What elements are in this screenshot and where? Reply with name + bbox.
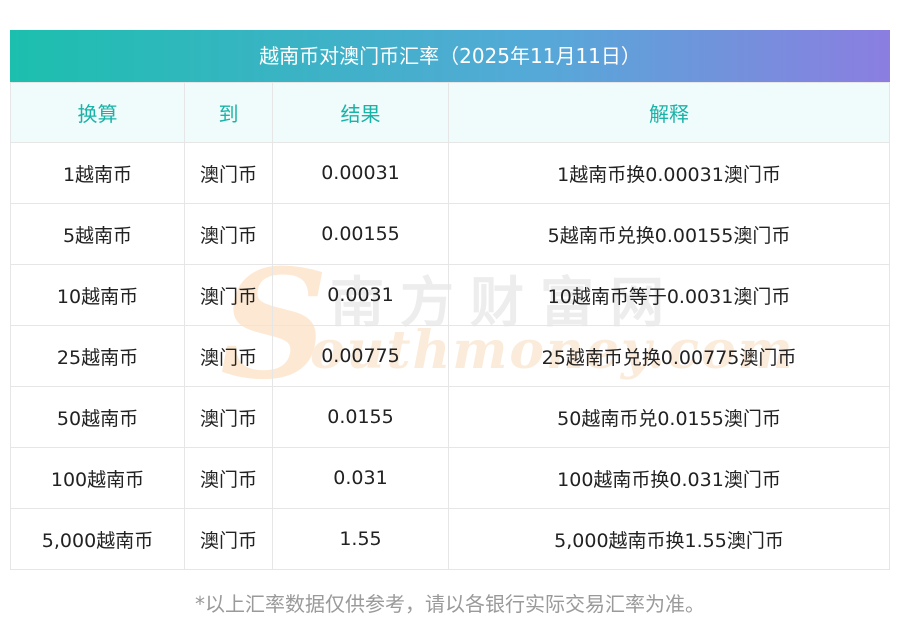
cell-result: 0.031 [272,447,449,509]
exchange-rate-table: 换算 到 结果 解释 1越南币 澳门币 0.00031 1越南币换0.00031… [10,82,890,570]
cell-result: 0.00775 [272,325,449,387]
cell-explanation: 5越南币兑换0.00155澳门币 [448,203,890,265]
cell-explanation: 5,000越南币换1.55澳门币 [448,508,890,570]
header-convert: 换算 [10,82,185,143]
cell-result: 1.55 [272,508,449,570]
cell-result: 0.0031 [272,264,449,326]
table-row: 50越南币 澳门币 0.0155 50越南币兑0.0155澳门币 [10,386,890,448]
table-header-row: 换算 到 结果 解释 [10,82,890,143]
table-row: 25越南币 澳门币 0.00775 25越南币兑换0.00775澳门币 [10,325,890,387]
table-row: 10越南币 澳门币 0.0031 10越南币等于0.0031澳门币 [10,264,890,326]
header-result: 结果 [272,82,449,143]
cell-explanation: 25越南币兑换0.00775澳门币 [448,325,890,387]
cell-amount: 10越南币 [10,264,185,326]
table-row: 5,000越南币 澳门币 1.55 5,000越南币换1.55澳门币 [10,508,890,570]
cell-result: 0.00155 [272,203,449,265]
cell-amount: 1越南币 [10,142,185,204]
disclaimer-footnote: *以上汇率数据仅供参考，请以各银行实际交易汇率为准。 [195,592,705,616]
header-explain: 解释 [448,82,890,143]
cell-amount: 50越南币 [10,386,185,448]
cell-target-currency: 澳门币 [184,447,273,509]
cell-explanation: 100越南币换0.031澳门币 [448,447,890,509]
cell-amount: 25越南币 [10,325,185,387]
cell-target-currency: 澳门币 [184,386,273,448]
cell-explanation: 10越南币等于0.0031澳门币 [448,264,890,326]
cell-amount: 100越南币 [10,447,185,509]
cell-target-currency: 澳门币 [184,203,273,265]
table-row: 5越南币 澳门币 0.00155 5越南币兑换0.00155澳门币 [10,203,890,265]
cell-explanation: 1越南币换0.00031澳门币 [448,142,890,204]
cell-target-currency: 澳门币 [184,264,273,326]
cell-target-currency: 澳门币 [184,508,273,570]
cell-result: 0.00031 [272,142,449,204]
table-title: 越南币对澳门币汇率（2025年11月11日） [10,30,890,82]
table-row: 100越南币 澳门币 0.031 100越南币换0.031澳门币 [10,447,890,509]
cell-explanation: 50越南币兑0.0155澳门币 [448,386,890,448]
cell-target-currency: 澳门币 [184,142,273,204]
cell-target-currency: 澳门币 [184,325,273,387]
cell-amount: 5,000越南币 [10,508,185,570]
table-row: 1越南币 澳门币 0.00031 1越南币换0.00031澳门币 [10,142,890,204]
header-to: 到 [184,82,273,143]
cell-result: 0.0155 [272,386,449,448]
cell-amount: 5越南币 [10,203,185,265]
